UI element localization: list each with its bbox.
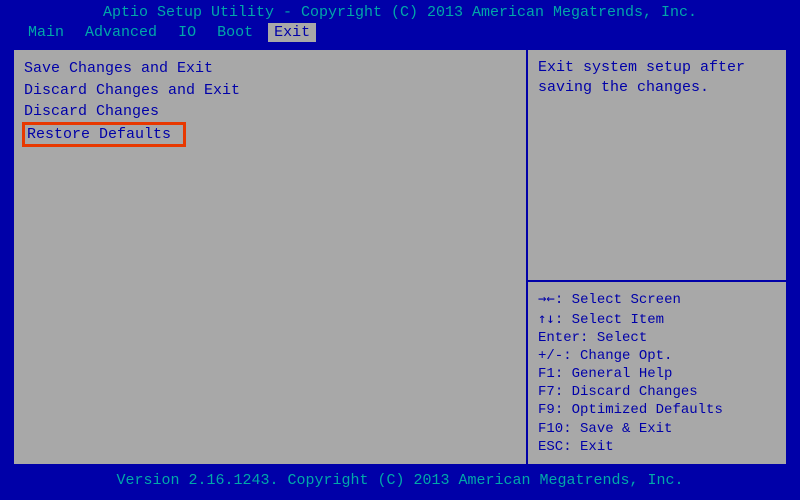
menu-advanced[interactable]: Advanced	[79, 23, 163, 42]
hint-key: +/-	[538, 348, 563, 364]
hint-label: Save & Exit	[580, 421, 672, 437]
hint-select-item: ↑↓: Select Item	[538, 310, 776, 329]
title-bar: Aptio Setup Utility - Copyright (C) 2013…	[0, 0, 800, 23]
menu-io[interactable]: IO	[172, 23, 202, 42]
hint-key: F1	[538, 366, 555, 382]
hint-label: General Help	[572, 366, 673, 382]
option-restore-defaults[interactable]: Restore Defaults	[22, 122, 186, 148]
footer: Version 2.16.1243. Copyright (C) 2013 Am…	[0, 466, 800, 495]
hint-save-exit: F10: Save & Exit	[538, 420, 776, 438]
hint-select: Enter: Select	[538, 329, 776, 347]
hint-label: Select	[597, 330, 647, 346]
hint-label: Change Opt.	[580, 348, 672, 364]
menu-bar: Main Advanced IO Boot Exit	[0, 23, 800, 48]
hint-key: ESC	[538, 439, 563, 455]
menu-main[interactable]: Main	[22, 23, 70, 42]
hint-label: Select Screen	[572, 292, 681, 308]
hint-label: Exit	[580, 439, 614, 455]
hint-key: F9	[538, 402, 555, 418]
menu-boot[interactable]: Boot	[211, 23, 259, 42]
arrow-lr-icon: →←	[538, 291, 555, 307]
hint-general-help: F1: General Help	[538, 365, 776, 383]
options-panel: Save Changes and Exit Discard Changes an…	[14, 50, 528, 464]
option-discard-exit[interactable]: Discard Changes and Exit	[24, 80, 516, 102]
right-panel: Exit system setup after saving the chang…	[528, 50, 786, 464]
help-text: Exit system setup after saving the chang…	[528, 50, 786, 282]
hint-exit: ESC: Exit	[538, 438, 776, 456]
menu-exit[interactable]: Exit	[268, 23, 316, 42]
hint-label: Optimized Defaults	[572, 402, 723, 418]
arrow-ud-icon: ↑↓	[538, 311, 555, 327]
hint-optimized: F9: Optimized Defaults	[538, 401, 776, 419]
hint-label: Select Item	[572, 312, 664, 328]
hint-change-opt: +/-: Change Opt.	[538, 347, 776, 365]
hint-key: F10	[538, 421, 563, 437]
option-discard-changes[interactable]: Discard Changes	[24, 101, 516, 123]
main-area: Save Changes and Exit Discard Changes an…	[12, 48, 788, 466]
option-save-exit[interactable]: Save Changes and Exit	[24, 58, 516, 80]
hint-key: Enter	[538, 330, 580, 346]
hint-label: Discard Changes	[572, 384, 698, 400]
hint-key: F7	[538, 384, 555, 400]
hint-discard: F7: Discard Changes	[538, 383, 776, 401]
bios-screen: Aptio Setup Utility - Copyright (C) 2013…	[0, 0, 800, 500]
hint-select-screen: →←: Select Screen	[538, 290, 776, 309]
key-hints: →←: Select Screen ↑↓: Select Item Enter:…	[528, 282, 786, 464]
